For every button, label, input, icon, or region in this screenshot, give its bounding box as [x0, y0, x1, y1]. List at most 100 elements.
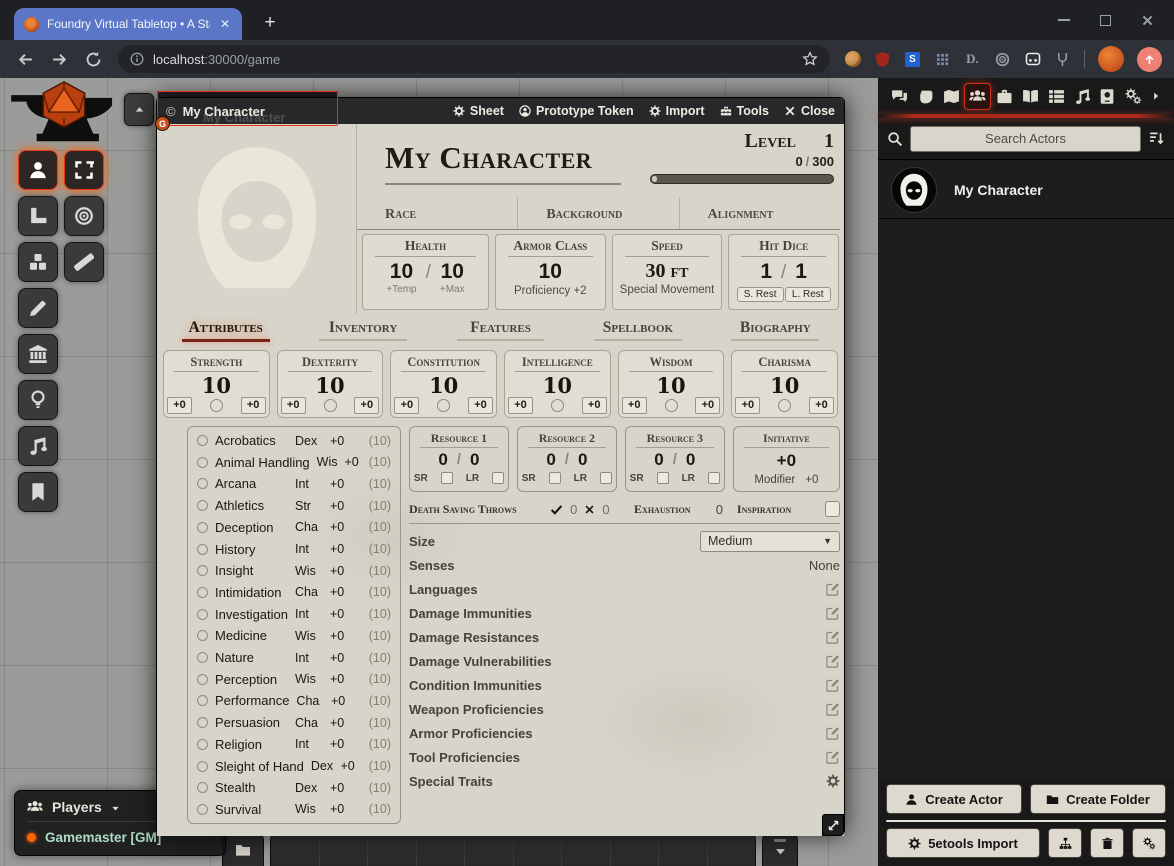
health-box[interactable]: Health 10+Temp / 10+Max [362, 234, 489, 310]
skill-row[interactable]: History Int +0 (10) [197, 542, 391, 557]
tab-compendium[interactable] [1095, 84, 1120, 109]
cookie-extension-icon[interactable] [845, 51, 861, 67]
tab-chat[interactable] [887, 84, 912, 109]
skill-name[interactable]: Survival [215, 802, 288, 817]
special-movement-link[interactable]: Special Movement [613, 284, 722, 296]
character-portrait[interactable] [157, 124, 357, 314]
control-drawings[interactable] [18, 288, 58, 328]
control-notes[interactable] [18, 472, 58, 512]
ability-modifier[interactable]: +0 [735, 397, 760, 414]
ability-modifier[interactable]: +0 [167, 397, 192, 414]
macro-page-down-icon[interactable] [774, 845, 787, 858]
edit-icon[interactable] [826, 726, 840, 740]
skill-name[interactable]: Animal Handling [215, 455, 310, 470]
grid-extension-icon[interactable] [935, 52, 950, 67]
sr-checkbox[interactable] [549, 472, 561, 484]
speed-box[interactable]: Speed 30 ft Special Movement [612, 234, 723, 310]
ability-save[interactable]: +0 [695, 397, 720, 414]
gm-module-badge[interactable]: G [155, 116, 170, 131]
skill-proficiency-toggle[interactable] [197, 652, 208, 663]
actor-name[interactable]: My Character [954, 182, 1043, 198]
skill-proficiency-toggle[interactable] [197, 435, 208, 446]
tool-select[interactable] [64, 150, 104, 190]
death-failure-icon[interactable] [584, 504, 595, 515]
resource-max[interactable]: 0 [578, 450, 587, 470]
ability-score[interactable]: 10 [732, 373, 837, 398]
ability-block[interactable]: Constitution 10 +0 +0 [390, 350, 497, 418]
macro-page-control[interactable] [762, 833, 798, 866]
skill-row[interactable]: Stealth Dex +0 (10) [197, 780, 391, 795]
tab-inventory[interactable]: Inventory [294, 316, 431, 346]
search-input[interactable] [910, 126, 1141, 152]
skill-proficiency-toggle[interactable] [197, 522, 208, 533]
ability-score[interactable]: 10 [278, 373, 383, 398]
special-traits-gear-icon[interactable] [826, 774, 840, 788]
tool-target[interactable] [64, 196, 104, 236]
background-field[interactable]: Background [517, 197, 678, 229]
back-icon[interactable] [17, 51, 34, 68]
bookmark-star-icon[interactable] [802, 51, 818, 67]
death-failure-count[interactable]: 0 [602, 502, 609, 517]
skill-proficiency-toggle[interactable] [197, 565, 208, 576]
resource-max[interactable]: 0 [470, 450, 479, 470]
ability-modifier[interactable]: +0 [394, 397, 419, 414]
armor-class-box[interactable]: Armor Class 10 Proficiency +2 [495, 234, 606, 310]
ac-value[interactable]: 10 [496, 260, 605, 283]
browser-tab[interactable]: Foundry Virtual Tabletop • A Stan ✕ [14, 8, 242, 40]
tab-settings[interactable] [1121, 84, 1146, 109]
skill-row[interactable]: Investigation Int +0 (10) [197, 607, 391, 622]
tab-features[interactable]: Features [432, 316, 569, 346]
resource-max[interactable]: 0 [686, 450, 695, 470]
resource-value[interactable]: 0 [438, 450, 447, 470]
skill-name[interactable]: Persuasion [215, 715, 288, 730]
skill-name[interactable]: Insight [215, 563, 288, 578]
d-extension-icon[interactable]: D. [964, 51, 981, 68]
ability-score[interactable]: 10 [619, 373, 724, 398]
speed-value[interactable]: 30 ft [613, 260, 722, 282]
macro-slot[interactable] [417, 834, 466, 866]
ability-modifier[interactable]: +0 [281, 397, 306, 414]
size-select[interactable]: Medium▼ [700, 531, 840, 552]
tab-biography[interactable]: Biography [707, 316, 844, 346]
resource-label[interactable]: Resource 1 [431, 431, 487, 445]
trait-senses-row[interactable]: Senses None [409, 553, 840, 577]
save-proficiency-toggle[interactable] [778, 399, 791, 412]
control-tiles[interactable] [18, 242, 58, 282]
robot-extension-icon[interactable] [1025, 51, 1041, 67]
ability-block[interactable]: Wisdom 10 +0 +0 [618, 350, 725, 418]
macro-slot[interactable] [465, 834, 514, 866]
tab-items[interactable] [992, 84, 1017, 109]
sheet-config-button[interactable]: Sheet [453, 104, 504, 118]
skill-proficiency-toggle[interactable] [197, 782, 208, 793]
race-field[interactable]: Race [357, 197, 517, 229]
ability-block[interactable]: Intelligence 10 +0 +0 [504, 350, 611, 418]
tab-scenes[interactable] [939, 84, 964, 109]
skill-row[interactable]: Perception Wis +0 (10) [197, 672, 391, 687]
macro-folder-button[interactable] [222, 833, 264, 866]
tool-ruler[interactable] [64, 242, 104, 282]
sort-filter-icon[interactable] [1148, 130, 1165, 147]
skill-proficiency-toggle[interactable] [197, 630, 208, 641]
long-rest-button[interactable]: L. Rest [785, 287, 831, 302]
sr-checkbox[interactable] [441, 472, 453, 484]
control-walls[interactable] [18, 334, 58, 374]
controls-collapse-button[interactable] [124, 93, 154, 126]
tab-actors[interactable] [964, 83, 991, 110]
level-value[interactable]: 1 [824, 130, 834, 153]
skill-proficiency-toggle[interactable] [197, 544, 208, 555]
skill-name[interactable]: Sleight of Hand [215, 759, 304, 774]
save-proficiency-toggle[interactable] [324, 399, 337, 412]
skill-proficiency-toggle[interactable] [197, 739, 208, 750]
skill-row[interactable]: Nature Int +0 (10) [197, 650, 391, 665]
tab-journal[interactable] [1018, 84, 1043, 109]
tools-button[interactable]: Tools [720, 104, 769, 118]
ability-modifier[interactable]: +0 [622, 397, 647, 414]
edit-icon[interactable] [826, 654, 840, 668]
minimize-icon[interactable] [1058, 19, 1070, 21]
5etools-import-button[interactable]: 5etools Import [886, 828, 1040, 858]
forward-icon[interactable] [51, 51, 68, 68]
ability-save[interactable]: +0 [468, 397, 493, 414]
skill-proficiency-toggle[interactable] [197, 478, 208, 489]
ability-save[interactable]: +0 [809, 397, 834, 414]
tab-playlists[interactable] [1070, 84, 1095, 109]
